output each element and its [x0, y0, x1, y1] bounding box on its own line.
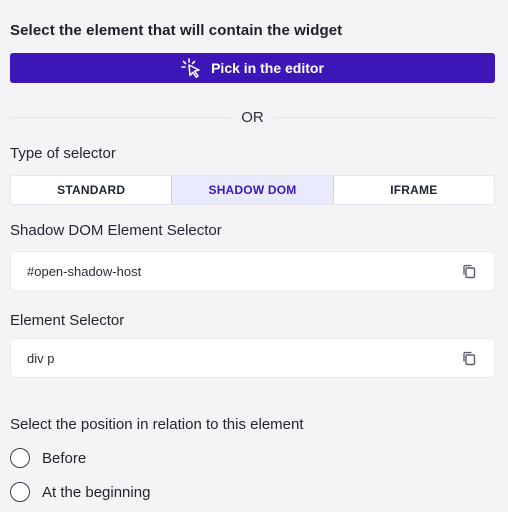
element-selector-label: Element Selector — [10, 312, 125, 329]
copy-icon[interactable] — [462, 264, 476, 279]
radio-option-at-the-beginning[interactable]: At the beginning — [10, 481, 150, 503]
selector-type-segmented-control: STANDARD SHADOW DOM IFRAME — [10, 175, 495, 205]
tab-standard[interactable]: STANDARD — [11, 176, 171, 204]
tab-shadow-dom[interactable]: SHADOW DOM — [171, 176, 334, 204]
divider-line-left — [10, 116, 232, 118]
container-section-title: Select the element that will contain the… — [10, 22, 343, 39]
or-text: OR — [241, 108, 264, 126]
radio-label-at-the-beginning: At the beginning — [42, 483, 151, 501]
shadow-dom-selector-field[interactable]: #open-shadow-host — [10, 251, 495, 291]
shadow-dom-selector-label: Shadow DOM Element Selector — [10, 222, 222, 239]
pointer-click-icon — [181, 58, 203, 78]
radio-button[interactable] — [10, 482, 30, 502]
radio-option-before[interactable]: Before — [10, 447, 86, 469]
copy-icon[interactable] — [462, 351, 476, 366]
pick-in-editor-label: Pick in the editor — [211, 60, 324, 76]
selector-type-label: Type of selector — [10, 145, 116, 162]
element-selector-value: div p — [27, 350, 55, 366]
divider-line-right — [273, 116, 495, 118]
tab-iframe[interactable]: IFRAME — [334, 176, 494, 204]
or-divider: OR — [10, 107, 495, 127]
widget-placement-panel: Select the element that will contain the… — [0, 0, 508, 512]
shadow-dom-selector-value: #open-shadow-host — [27, 263, 142, 279]
radio-button[interactable] — [10, 448, 30, 468]
pick-in-editor-button[interactable]: Pick in the editor — [10, 53, 495, 83]
element-selector-field[interactable]: div p — [10, 338, 495, 378]
position-label: Select the position in relation to this … — [10, 416, 304, 433]
radio-label-before: Before — [42, 449, 87, 467]
